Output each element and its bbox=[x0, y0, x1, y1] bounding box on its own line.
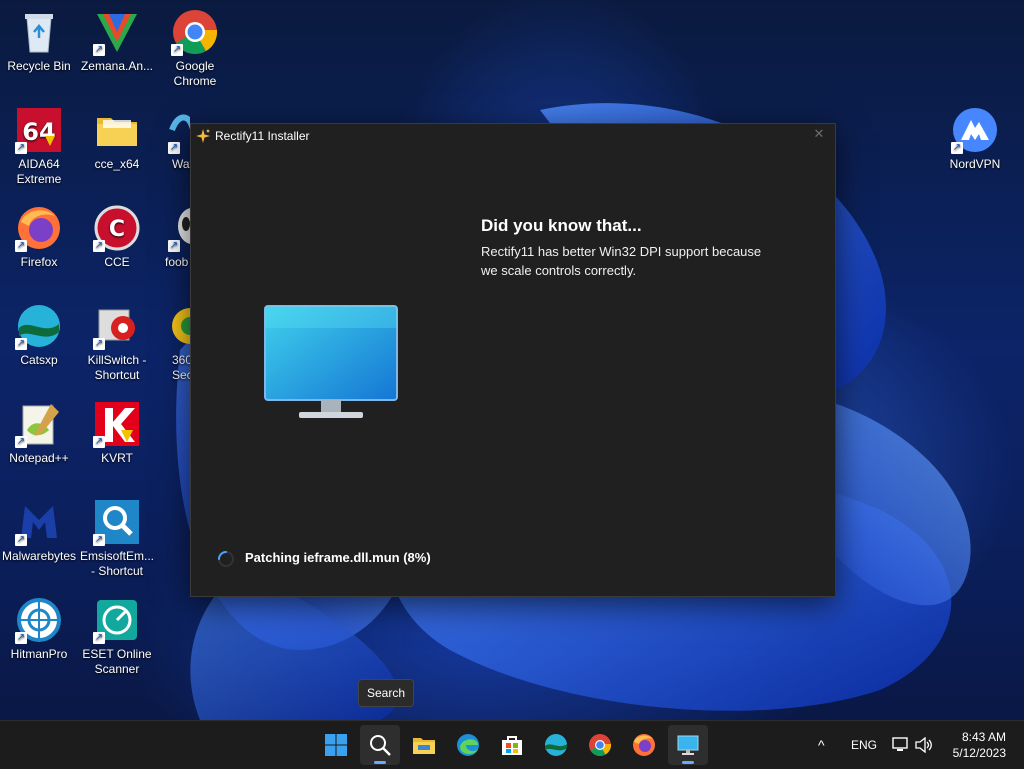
desktop-icon-emsisoft[interactable]: ↗ EmsisoftEm... - Shortcut bbox=[79, 498, 155, 579]
rectify-installer-icon bbox=[677, 735, 699, 755]
network-icon[interactable] bbox=[892, 737, 910, 753]
edge-button[interactable] bbox=[448, 725, 488, 765]
desktop-icon-catsxp[interactable]: ↗ Catsxp bbox=[1, 302, 77, 368]
window-title: Rectify11 Installer bbox=[215, 129, 310, 143]
chrome-button[interactable] bbox=[580, 725, 620, 765]
eset-icon: ↗ bbox=[93, 596, 141, 644]
desktop-icon-notepadpp[interactable]: ↗ Notepad++ bbox=[1, 400, 77, 466]
rectify-installer-button[interactable] bbox=[668, 725, 708, 765]
chrome-icon bbox=[589, 734, 612, 756]
store-icon bbox=[502, 736, 522, 755]
desktop-icon-label: Wat bbox=[172, 157, 190, 171]
recycle-bin-icon bbox=[15, 8, 63, 56]
clock-date: 5/12/2023 bbox=[952, 746, 1006, 760]
tip-body: Rectify11 has better Win32 DPI support b… bbox=[481, 244, 762, 278]
desktop-icon-nordvpn[interactable]: ↗ NordVPN bbox=[937, 106, 1013, 172]
monitor-icon bbox=[264, 305, 398, 418]
aida64-icon: 64 ↗ bbox=[15, 106, 63, 154]
file-explorer-button[interactable] bbox=[404, 725, 444, 765]
notepadpp-icon: ↗ bbox=[15, 400, 63, 448]
catsxp-icon bbox=[545, 734, 567, 756]
zemana-icon: ↗ bbox=[93, 8, 141, 56]
close-button[interactable]: ✕ bbox=[811, 126, 827, 144]
nordvpn-icon: ↗ bbox=[951, 106, 999, 154]
desktop-icon-aida64[interactable]: 64 ↗ AIDA64 Extreme bbox=[1, 106, 77, 187]
desktop-icon-wat[interactable]: ↗ Wat bbox=[140, 106, 190, 172]
tray-chevron-button[interactable]: ^ bbox=[818, 737, 825, 753]
desktop-icon-label: Recycle Bin bbox=[7, 59, 71, 73]
firefox-button[interactable] bbox=[624, 725, 664, 765]
emsisoft-icon: ↗ bbox=[93, 498, 141, 546]
desktop-icon-label: Catsxp bbox=[20, 353, 58, 367]
desktop-icon-label: Zemana.An... bbox=[80, 59, 154, 73]
hitmanpro-icon: ↗ bbox=[15, 596, 63, 644]
desktop-icon-chrome[interactable]: ↗ Google Chrome bbox=[157, 8, 233, 89]
desktop-icon-label: NordVPN bbox=[949, 157, 1001, 171]
folder-icon bbox=[93, 106, 141, 154]
search-tooltip: Search bbox=[358, 679, 414, 707]
kvrt-icon: ↗ bbox=[93, 400, 141, 448]
desktop-icon-malwarebytes[interactable]: ↗ Malwarebytes bbox=[1, 498, 77, 564]
progress-spinner bbox=[218, 551, 234, 567]
desktop-icon-360[interactable]: 360 Sec bbox=[140, 302, 190, 383]
clock[interactable]: 8:43 AM 5/12/2023 bbox=[953, 729, 1006, 761]
desktop-icon-hitmanpro[interactable]: ↗ HitmanPro bbox=[1, 596, 77, 662]
desktop-icon-zemana[interactable]: ↗ Zemana.An... bbox=[79, 8, 155, 74]
sparkle-icon bbox=[196, 129, 210, 143]
desktop-icon-foobar[interactable]: ↗ foob bbox=[140, 204, 190, 270]
desktop-icon-label: 360 Sec bbox=[172, 353, 190, 382]
start-button[interactable] bbox=[316, 725, 356, 765]
tip-title: Did you know that... bbox=[481, 216, 642, 235]
desktop-icon-label: AIDA64 Extreme bbox=[16, 157, 62, 186]
firefox-icon bbox=[633, 734, 655, 756]
installer-window[interactable]: Rectify11 Installer ✕ Did you know that.… bbox=[190, 123, 836, 597]
desktop-icon-eset[interactable]: ↗ ESET Online Scanner bbox=[79, 596, 155, 677]
progress-status: Patching ieframe.dll.mun (8%) bbox=[245, 550, 431, 565]
360-icon bbox=[168, 302, 190, 350]
desktop-icon-label: foob bbox=[165, 255, 189, 269]
desktop-icon-label: HitmanPro bbox=[10, 647, 68, 661]
volume-icon[interactable] bbox=[915, 737, 933, 753]
cce-icon: C ↗ bbox=[93, 204, 141, 252]
desktop-icon-kvrt[interactable]: ↗ KVRT bbox=[79, 400, 155, 466]
desktop-icon-label: EmsisoftEm... - Shortcut bbox=[79, 549, 154, 578]
foobar-icon: ↗ bbox=[168, 204, 190, 252]
desktop-icon-label: Google Chrome bbox=[173, 59, 217, 88]
search-icon bbox=[370, 735, 391, 756]
desktop-icon-label: KVRT bbox=[101, 451, 133, 465]
file-explorer-icon bbox=[413, 738, 435, 754]
chrome-icon: ↗ bbox=[171, 8, 219, 56]
firefox-icon: ↗ bbox=[15, 204, 63, 252]
search-button[interactable] bbox=[360, 725, 400, 765]
catsxp-icon: ↗ bbox=[15, 302, 63, 350]
desktop-icon-label: Notepad++ bbox=[9, 451, 69, 465]
killswitch-icon: ↗ bbox=[93, 302, 141, 350]
edge-icon bbox=[457, 734, 479, 756]
malwarebytes-icon: ↗ bbox=[15, 498, 63, 546]
desktop-icon-firefox[interactable]: ↗ Firefox bbox=[1, 204, 77, 270]
language-indicator[interactable]: ENG bbox=[851, 738, 877, 752]
clock-time: 8:43 AM bbox=[961, 730, 1006, 744]
store-button[interactable] bbox=[492, 725, 532, 765]
desktop-icon-label: Firefox bbox=[20, 255, 58, 269]
svg-text:C: C bbox=[109, 217, 125, 242]
desktop-icon-recycle-bin[interactable]: Recycle Bin bbox=[1, 8, 77, 74]
start-icon bbox=[325, 734, 347, 756]
desktop-icon-label: ESET Online Scanner bbox=[82, 647, 152, 676]
desktop-icon-label: Malwarebytes bbox=[1, 549, 77, 563]
taskbar: ^ ENG 8:43 AM 5/12/2023 bbox=[0, 720, 1024, 769]
water-icon: ↗ bbox=[168, 106, 190, 154]
catsxp-button[interactable] bbox=[536, 725, 576, 765]
